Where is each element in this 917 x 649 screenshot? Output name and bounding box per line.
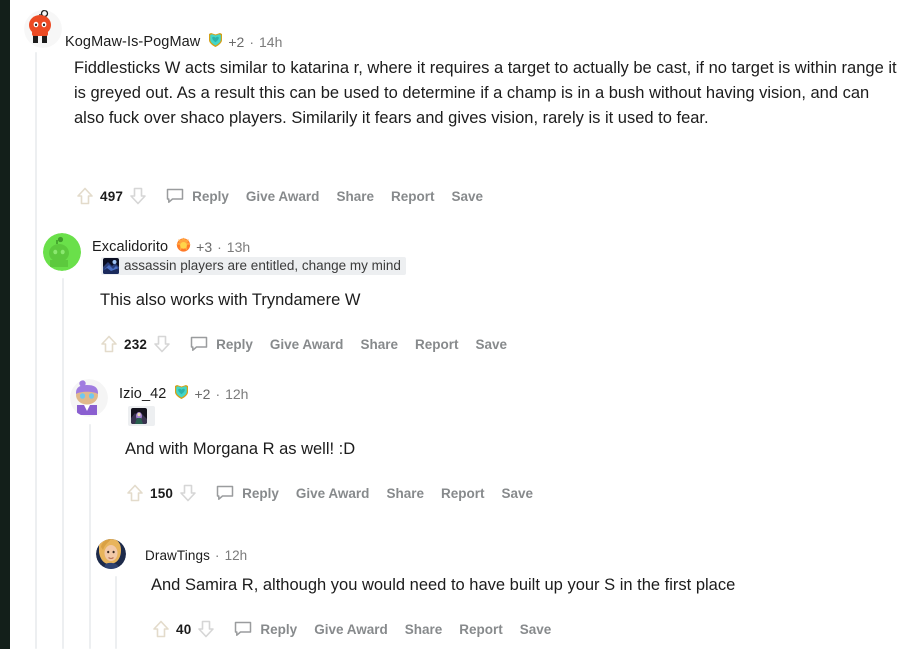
downvote-icon[interactable] [177,482,199,504]
share-button[interactable]: Share [386,486,424,501]
thread-line [62,278,64,649]
vote-group: 497 [74,185,149,207]
comments-page: KogMaw-Is-PogMaw +2 · 14h Fiddlesticks W… [10,0,917,649]
comment-header: KogMaw-Is-PogMaw +2 · 14h [65,29,282,55]
comment-body: And with Morgana R as well! :D [125,440,356,458]
snoo-orange-avatar [24,10,62,48]
vote-score: 497 [100,188,124,204]
vote-score: 40 [176,621,192,637]
avatar[interactable] [43,233,81,271]
report-button[interactable]: Report [391,189,435,204]
reply-label: Reply [260,621,298,637]
save-button[interactable]: Save [520,622,552,637]
reply-button[interactable]: Reply [215,483,279,503]
upvote-icon[interactable] [124,482,146,504]
comment-action-bar: 232 Reply Give Award Share Report Save [98,332,507,356]
comment-body: This also works with Tryndamere W [100,291,361,309]
thread-line [115,576,117,649]
meta-separator: · [214,547,220,563]
upvote-icon[interactable] [150,618,172,640]
reply-button[interactable]: Reply [165,186,229,206]
left-dark-rail [0,0,10,649]
give-award-button[interactable]: Give Award [246,189,320,204]
downvote-icon[interactable] [151,333,173,355]
user-flair[interactable] [128,406,155,429]
comment-header: DrawTings · 12h [145,542,247,568]
comment-body: And Samira R, although you would need to… [151,576,736,594]
upvote-icon[interactable] [98,333,120,355]
save-button[interactable]: Save [451,189,483,204]
reply-button[interactable]: Reply [233,619,297,639]
give-award-button[interactable]: Give Award [296,486,370,501]
comment-bubble-icon [166,188,184,203]
share-button[interactable]: Share [360,337,398,352]
comment-bubble-icon [235,621,252,636]
thread-line [35,52,37,649]
comment-bubble-icon [190,336,208,351]
avatar[interactable] [96,539,126,569]
meta-separator: · [217,239,222,255]
avatar[interactable] [70,379,108,417]
reply-label: Reply [216,336,253,352]
meta-separator: · [215,386,221,402]
user-flair-text: assassin players are entitled, change my… [124,258,401,273]
save-button[interactable]: Save [475,337,507,352]
champion-splash-flair-icon [131,408,147,424]
snoo-purple-avatar [70,379,108,417]
share-button[interactable]: Share [336,189,374,204]
vote-group: 150 [124,482,199,504]
vote-score: 150 [150,485,174,501]
thread-line [89,424,91,649]
give-award-button[interactable]: Give Award [314,622,388,637]
comment-action-bar: 497 Reply Give Award Share Report Save [74,184,483,208]
comment-author[interactable]: KogMaw-Is-PogMaw [65,34,200,50]
avatar[interactable] [24,10,62,48]
report-button[interactable]: Report [459,622,503,637]
reply-label: Reply [192,188,229,204]
comment-timestamp: 12h [225,386,249,402]
award-count: +2 [194,386,211,402]
comment-timestamp: 12h [224,547,248,563]
screenshot-root: KogMaw-Is-PogMaw +2 · 14h Fiddlesticks W… [0,0,917,649]
comment-author[interactable]: Izio_42 [119,386,166,402]
champion-splash-flair-icon [103,258,119,274]
comment-header: Izio_42 +2 · 12h [119,381,248,407]
downvote-icon[interactable] [127,185,149,207]
comment-bubble-icon [216,485,234,500]
vote-group: 232 [98,333,173,355]
report-button[interactable]: Report [441,486,485,501]
award-count: +3 [196,239,213,255]
comment-body: Fiddlesticks W acts similar to katarina … [74,59,897,127]
meta-separator: · [249,34,255,50]
comment-action-bar: 40 Reply Give Award Share Report Save [150,617,551,641]
reply-label: Reply [242,485,279,501]
comment-timestamp: 14h [259,34,283,50]
save-button[interactable]: Save [501,486,533,501]
comment-action-bar: 150 Reply Give Award Share Report Save [124,481,533,505]
orange-fire-award-icon[interactable] [175,236,192,258]
report-button[interactable]: Report [415,337,459,352]
snoo-green-avatar [43,233,81,271]
give-award-button[interactable]: Give Award [270,337,344,352]
gold-shield-award-icon[interactable] [207,31,224,53]
vote-group: 40 [150,618,217,640]
award-count: +2 [228,34,245,50]
upvote-icon[interactable] [74,185,96,207]
comment-author[interactable]: Excalidorito [92,239,168,255]
share-button[interactable]: Share [405,622,443,637]
comment-timestamp: 13h [226,239,251,255]
downvote-icon[interactable] [195,618,217,640]
vote-score: 232 [124,336,148,352]
comment-author[interactable]: DrawTings [145,548,210,563]
photo-portrait-avatar [96,539,126,569]
gold-shield-award-icon[interactable] [173,383,190,405]
reply-button[interactable]: Reply [189,334,253,354]
user-flair[interactable]: assassin players are entitled, change my… [101,257,406,279]
